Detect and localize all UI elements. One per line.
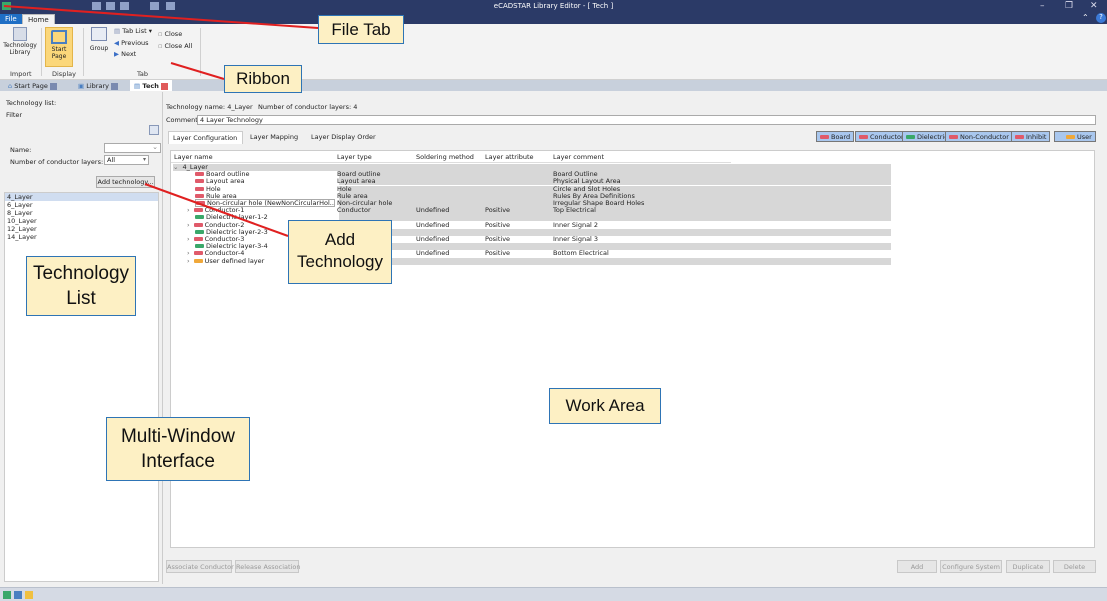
callout-technology-list: Technology List: [26, 256, 136, 316]
callout-multi-window: Multi-Window Interface: [106, 417, 250, 481]
annotation-arrows: [3, 5, 319, 237]
arrow-file-tab: [3, 5, 319, 29]
callout-add-technology: Add Technology: [288, 220, 392, 284]
callout-ribbon: Ribbon: [224, 65, 302, 93]
arrow-ribbon: [170, 62, 225, 80]
arrow-add-technology: [144, 183, 289, 237]
callout-work-area: Work Area: [549, 388, 661, 424]
callout-file-tab: File Tab: [318, 15, 404, 44]
